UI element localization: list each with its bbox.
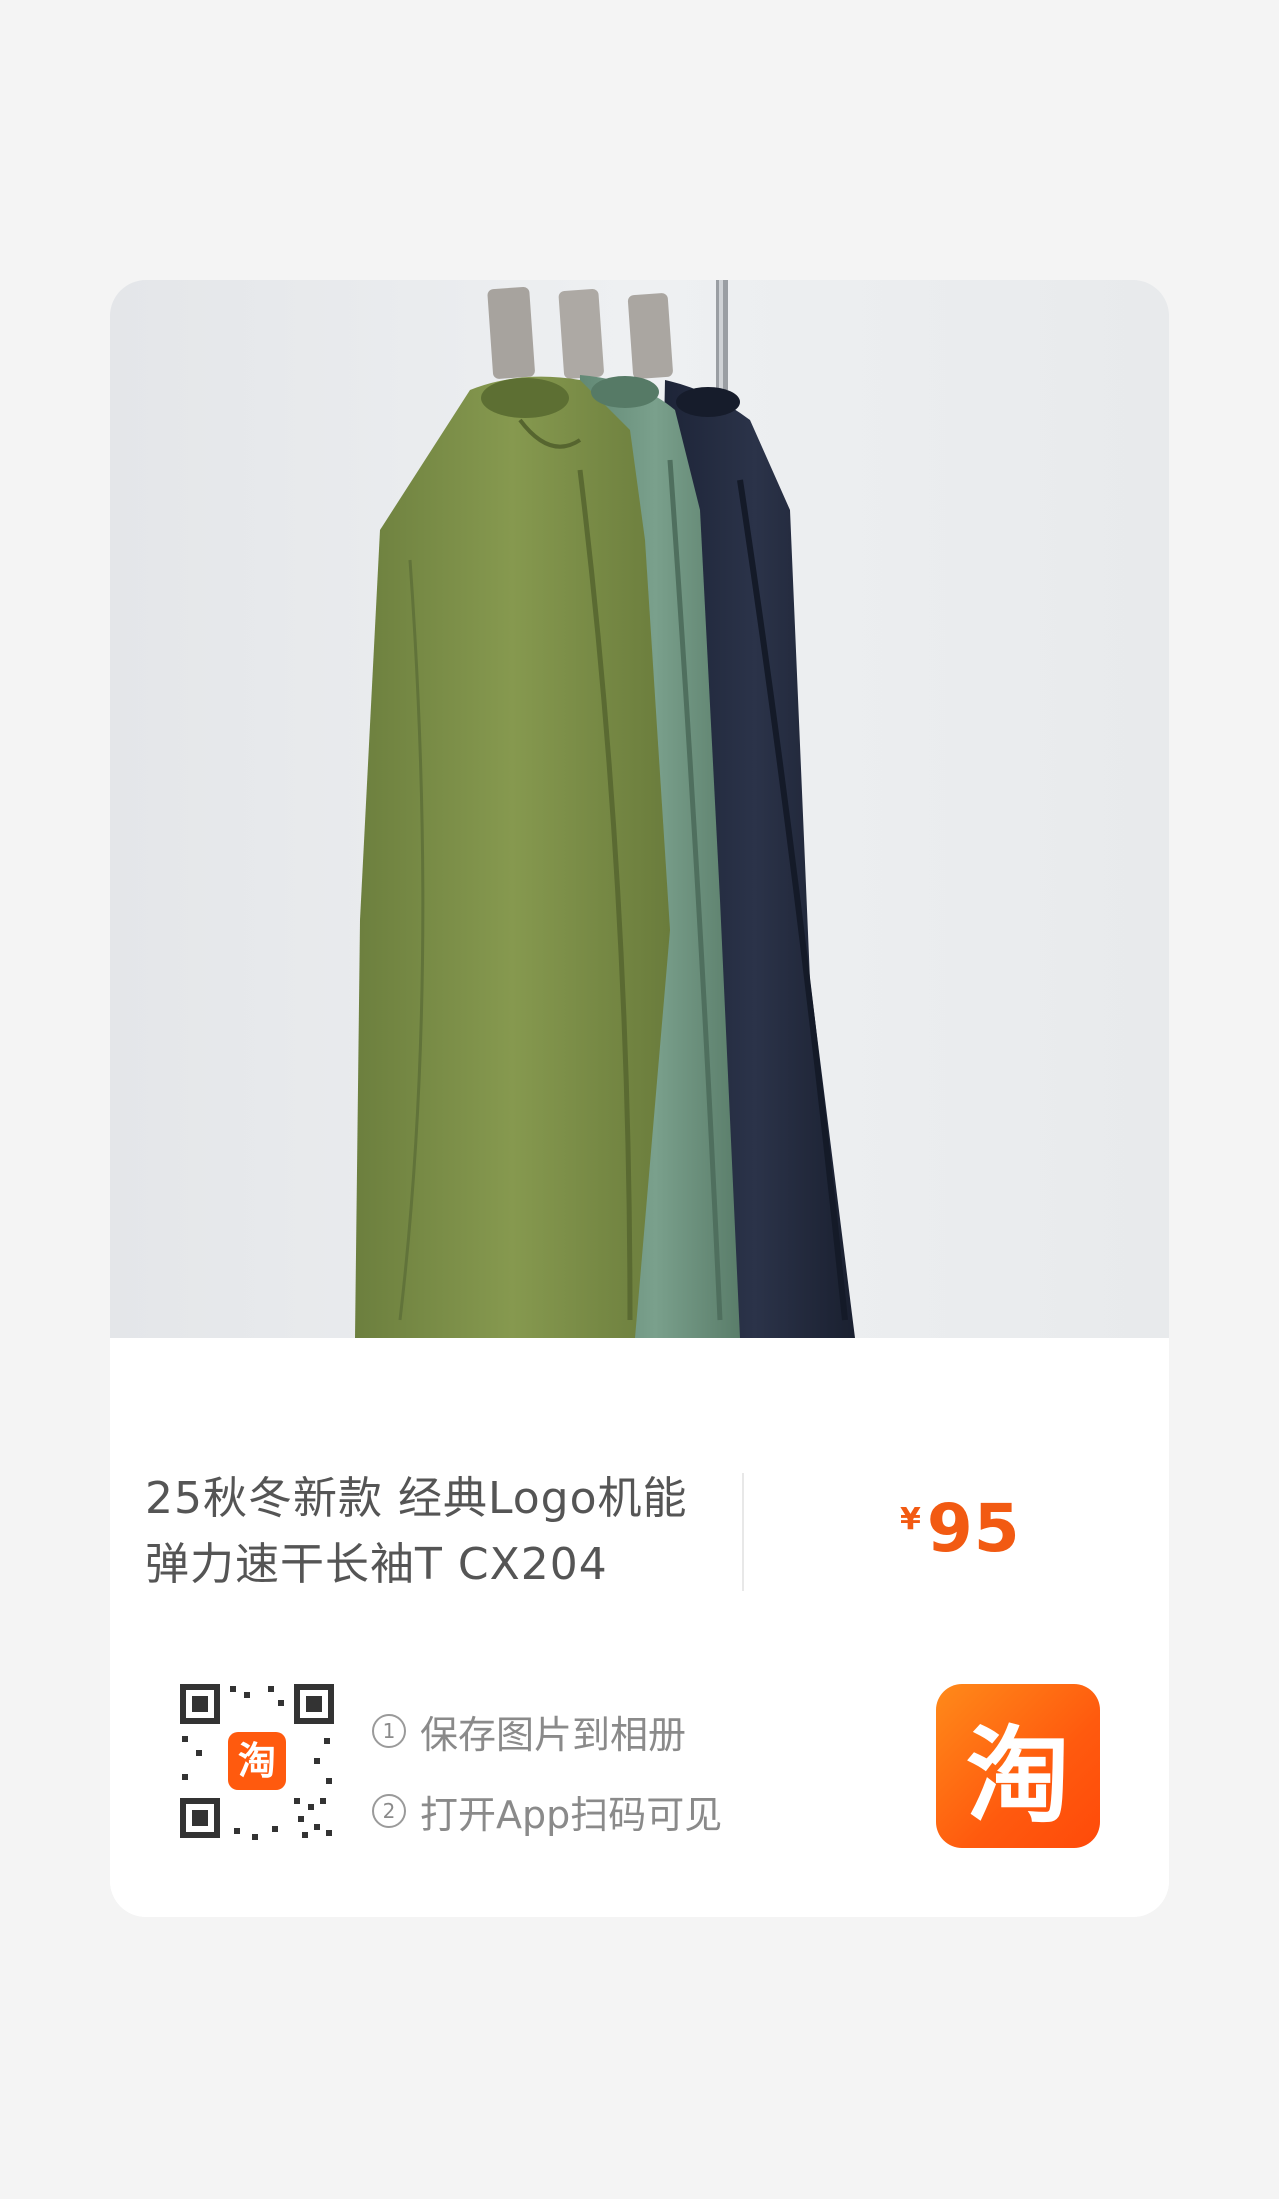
qr-code[interactable]: 淘 — [174, 1678, 340, 1844]
share-card: 25秋冬新款 经典Logo机能 弹力速干长袖T CX204 ¥95 淘 1 保存… — [110, 280, 1169, 1917]
qr-badge-glyph: 淘 — [238, 1739, 276, 1783]
product-title[interactable]: 25秋冬新款 经典Logo机能 弹力速干长袖T CX204 — [145, 1466, 745, 1598]
currency-symbol: ¥ — [900, 1502, 921, 1537]
product-title-line-1: 25秋冬新款 经典Logo机能 — [145, 1473, 688, 1524]
step-text-1: 保存图片到相册 — [420, 1712, 687, 1757]
step-save-image: 1 保存图片到相册 — [372, 1706, 722, 1757]
step-number-1: 1 — [372, 1714, 406, 1748]
step-text-2: 打开App扫码可见 — [420, 1792, 723, 1837]
product-info-panel: 25秋冬新款 经典Logo机能 弹力速干长袖T CX204 ¥95 淘 1 保存… — [110, 1338, 1169, 1917]
product-image — [110, 280, 1169, 1338]
divider — [742, 1473, 744, 1591]
price: ¥95 — [900, 1490, 1021, 1567]
product-photo[interactable] — [110, 280, 1169, 1338]
share-steps: 1 保存图片到相册 2 打开App扫码可见 — [372, 1706, 722, 1866]
step-number-2: 2 — [372, 1794, 406, 1828]
taobao-logo-glyph: 淘 — [965, 1714, 1070, 1837]
taobao-logo-icon[interactable]: 淘 — [936, 1684, 1100, 1848]
product-title-line-2: 弹力速干长袖T CX204 — [145, 1539, 608, 1590]
price-value: 95 — [926, 1490, 1021, 1567]
qr-code-icon: 淘 — [174, 1678, 340, 1844]
step-open-app: 2 打开App扫码可见 — [372, 1786, 723, 1837]
